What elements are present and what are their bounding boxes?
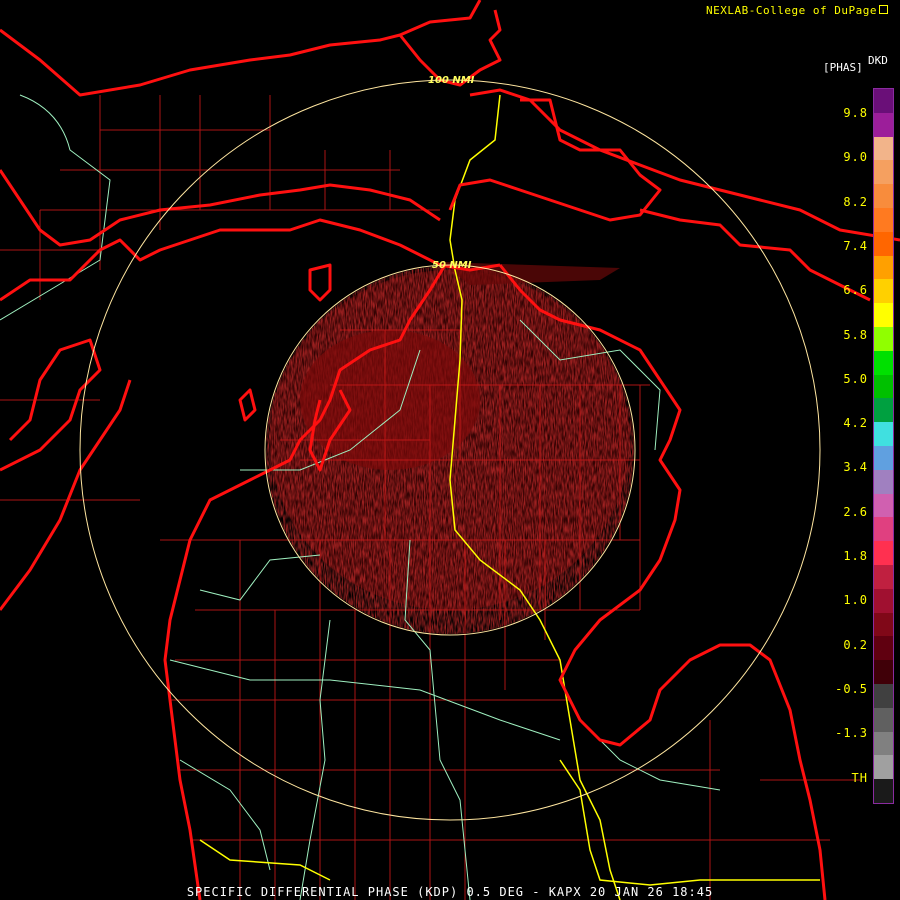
- legend-swatch: [874, 89, 893, 114]
- legend-tick-label: 5.0: [843, 371, 868, 386]
- legend-swatch: [874, 565, 893, 590]
- color-legend-bar: [873, 88, 894, 804]
- legend-tick-label: -1.3: [835, 726, 868, 741]
- radar-echo: [266, 262, 634, 630]
- legend-swatch: [874, 636, 893, 661]
- legend-swatch: [874, 374, 893, 399]
- county-boundaries: [0, 95, 860, 900]
- legend-tick-label: 7.4: [843, 238, 868, 253]
- legend-swatch: [874, 160, 893, 185]
- product-footer: SPECIFIC DIFFERENTIAL PHASE (KDP) 0.5 DE…: [186, 885, 714, 899]
- legend-swatch: [874, 660, 893, 685]
- legend-tick-label: 3.4: [843, 460, 868, 475]
- legend-swatch: [874, 279, 893, 304]
- legend-swatch: [874, 255, 893, 280]
- legend-tick-label: 9.8: [843, 106, 868, 120]
- legend-swatch: [874, 303, 893, 328]
- external-link-icon[interactable]: [879, 5, 888, 14]
- legend-tick-label: 5.8: [843, 327, 868, 342]
- legend-swatch: [874, 208, 893, 233]
- legend-swatch: [874, 755, 893, 780]
- legend-unit: [PHAS]: [823, 61, 863, 74]
- legend-swatch: [874, 779, 893, 804]
- legend-swatch: [874, 612, 893, 637]
- legend-swatch: [874, 327, 893, 352]
- legend-tick-label: 6.6: [843, 283, 868, 298]
- legend-swatch: [874, 707, 893, 733]
- legend-swatch: [874, 184, 893, 209]
- radar-map: 100 NMI 50 NMI: [0, 0, 900, 900]
- legend-tick-label: -0.5: [835, 681, 868, 696]
- legend-swatch: [874, 493, 893, 518]
- legend-swatch: [874, 136, 893, 161]
- legend-tick-label: 9.0: [843, 150, 868, 165]
- legend-swatch: [874, 422, 893, 447]
- legend-swatch: [874, 541, 893, 566]
- legend-tick-label: 1.0: [843, 593, 868, 608]
- credit-header: NEXLAB-College of DuPage: [706, 4, 888, 17]
- credit-text: NEXLAB-College of DuPage: [706, 4, 877, 17]
- legend-tick-label: TH: [851, 770, 868, 785]
- legend-swatch: [874, 469, 893, 495]
- legend-swatch: [874, 588, 893, 614]
- legend-tick-label: 1.8: [843, 549, 868, 563]
- legend-swatch: [874, 731, 893, 756]
- legend-swatch: [874, 112, 893, 138]
- ring-label-50: 50 NMI: [432, 260, 472, 271]
- legend-swatch: [874, 684, 893, 709]
- legend-swatch: [874, 446, 893, 471]
- legend-swatch: [874, 398, 893, 423]
- legend-tick-label: 8.2: [843, 194, 868, 209]
- legend-tick-label: 2.6: [843, 504, 868, 519]
- legend-tick-label: 0.2: [843, 637, 868, 652]
- legend-swatch: [874, 517, 893, 542]
- legend-swatch: [874, 350, 893, 376]
- ring-label-100: 100 NMI: [428, 75, 475, 86]
- legend-swatch: [874, 231, 893, 257]
- legend-product: DKD: [868, 54, 888, 67]
- legend-tick-label: 4.2: [843, 416, 868, 431]
